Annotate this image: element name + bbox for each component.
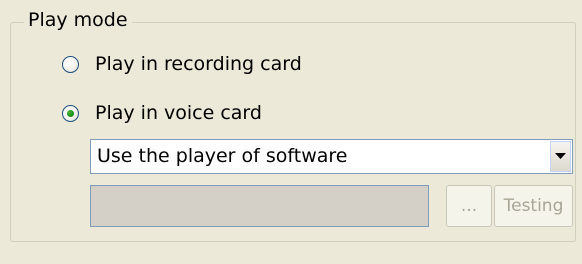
browse-button[interactable]: ... bbox=[446, 185, 492, 227]
radio-label-recording-card: Play in recording card bbox=[95, 53, 302, 75]
browse-button-label: ... bbox=[460, 196, 478, 216]
radio-label-voice-card: Play in voice card bbox=[95, 102, 262, 124]
player-select-combobox[interactable]: Use the player of software bbox=[90, 139, 573, 174]
player-select-value: Use the player of software bbox=[97, 145, 348, 167]
play-mode-group-title: Play mode bbox=[24, 8, 132, 32]
path-input-field bbox=[90, 185, 429, 227]
radio-play-in-recording-card[interactable]: Play in recording card bbox=[62, 50, 302, 78]
combobox-dropdown-button[interactable] bbox=[550, 141, 571, 172]
testing-button[interactable]: Testing bbox=[494, 185, 573, 227]
radio-button-selected[interactable] bbox=[62, 104, 79, 122]
radio-button-unselected[interactable] bbox=[62, 55, 79, 73]
chevron-down-icon bbox=[555, 153, 566, 160]
testing-button-label: Testing bbox=[503, 196, 564, 216]
radio-play-in-voice-card[interactable]: Play in voice card bbox=[62, 99, 262, 127]
